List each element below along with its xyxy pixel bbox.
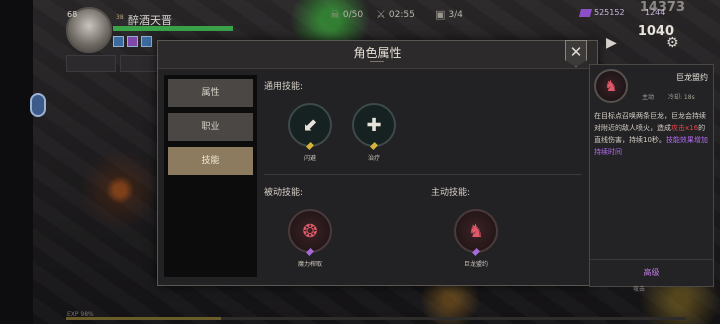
heal-heart-icon: ✚: [352, 103, 396, 147]
kill-counter: ☠ 0/50: [330, 8, 364, 21]
section-divider: [264, 174, 582, 175]
person-icon: [66, 55, 116, 72]
passive-skills-label: 被动技能:: [264, 188, 304, 198]
skill-detail-panel: ♞ 巨龙盟约 主动 冷却: 18s 在目标点召唤两条巨龙，巨龙会持续对附近的敌人…: [589, 64, 714, 287]
skill-heal[interactable]: ✚ 治疗: [351, 103, 397, 162]
player-level: 68: [67, 10, 78, 19]
title-ornament: [370, 61, 384, 66]
tab-attributes[interactable]: 属性: [168, 79, 253, 107]
tab-list: 属性 职业 技能: [164, 75, 257, 277]
side-toggle-button[interactable]: [30, 93, 46, 117]
chest-icon: ▣: [435, 8, 446, 21]
common-skills-label: 通用技能:: [264, 82, 304, 92]
boot-icon: ⬋: [288, 103, 332, 147]
play-icon[interactable]: ▶: [606, 35, 617, 51]
health-bar: [113, 26, 233, 31]
tab-skills[interactable]: 技能: [168, 147, 253, 175]
chest-counter: ▣ 3/4: [435, 8, 463, 21]
bottom-label: 攻击: [633, 286, 646, 293]
close-icon: ✕: [569, 43, 583, 61]
gear-icon[interactable]: ⚙: [666, 35, 679, 51]
mana-drain-icon: ❂: [288, 209, 332, 253]
skull-icon: ☠: [330, 8, 340, 21]
player-level-tag: 38: [116, 14, 124, 21]
detail-divider: [590, 259, 713, 260]
buff-icon: [113, 36, 124, 47]
score-top: 14373: [639, 0, 685, 15]
advanced-button[interactable]: 高级: [590, 267, 713, 278]
timer: ⚔ 02:55: [376, 8, 415, 21]
currency-purple: 525152: [578, 8, 625, 17]
detail-cooldown: 冷却: 18s: [668, 94, 695, 101]
dialog-title: 角色属性: [353, 46, 402, 60]
detail-skill-type: 主动: [642, 94, 655, 101]
party-slots: [66, 55, 170, 72]
buff-icons: [113, 36, 152, 47]
left-black-bar: [0, 0, 33, 324]
buff-icon: [141, 36, 152, 47]
skills-content: 通用技能: ⬋ 闪避 ✚ 治疗 被动技能: 主动技能: ❂ 魔力榨取 ♞ 巨龙盟…: [261, 75, 589, 277]
skill-dragon-pact[interactable]: ♞ 巨龙盟约: [453, 209, 499, 268]
detail-skill-name: 巨龙盟约: [676, 73, 708, 82]
dragon-icon: ♞: [594, 69, 628, 103]
xp-bar: [66, 317, 686, 320]
buff-icon: [127, 36, 138, 47]
tab-class[interactable]: 职业: [168, 113, 253, 141]
gem-icon: [578, 8, 593, 17]
dragon-icon: ♞: [454, 209, 498, 253]
character-attributes-dialog: 角色属性 ✕ 属性 职业 技能 通用技能: ⬋ 闪避 ✚ 治疗 被动技能: 主动…: [157, 40, 598, 286]
active-skills-label: 主动技能:: [431, 188, 471, 198]
skill-mana-drain[interactable]: ❂ 魔力榨取: [287, 209, 333, 268]
skill-dodge[interactable]: ⬋ 闪避: [287, 103, 333, 162]
detail-description: 在目标点召唤两条巨龙，巨龙会持续对附近的敌人喷火，造成攻击x16的直线伤害，持续…: [594, 112, 708, 156]
dialog-header: 角色属性 ✕: [158, 40, 597, 69]
swords-icon: ⚔: [376, 8, 386, 21]
close-button[interactable]: ✕: [565, 40, 587, 67]
